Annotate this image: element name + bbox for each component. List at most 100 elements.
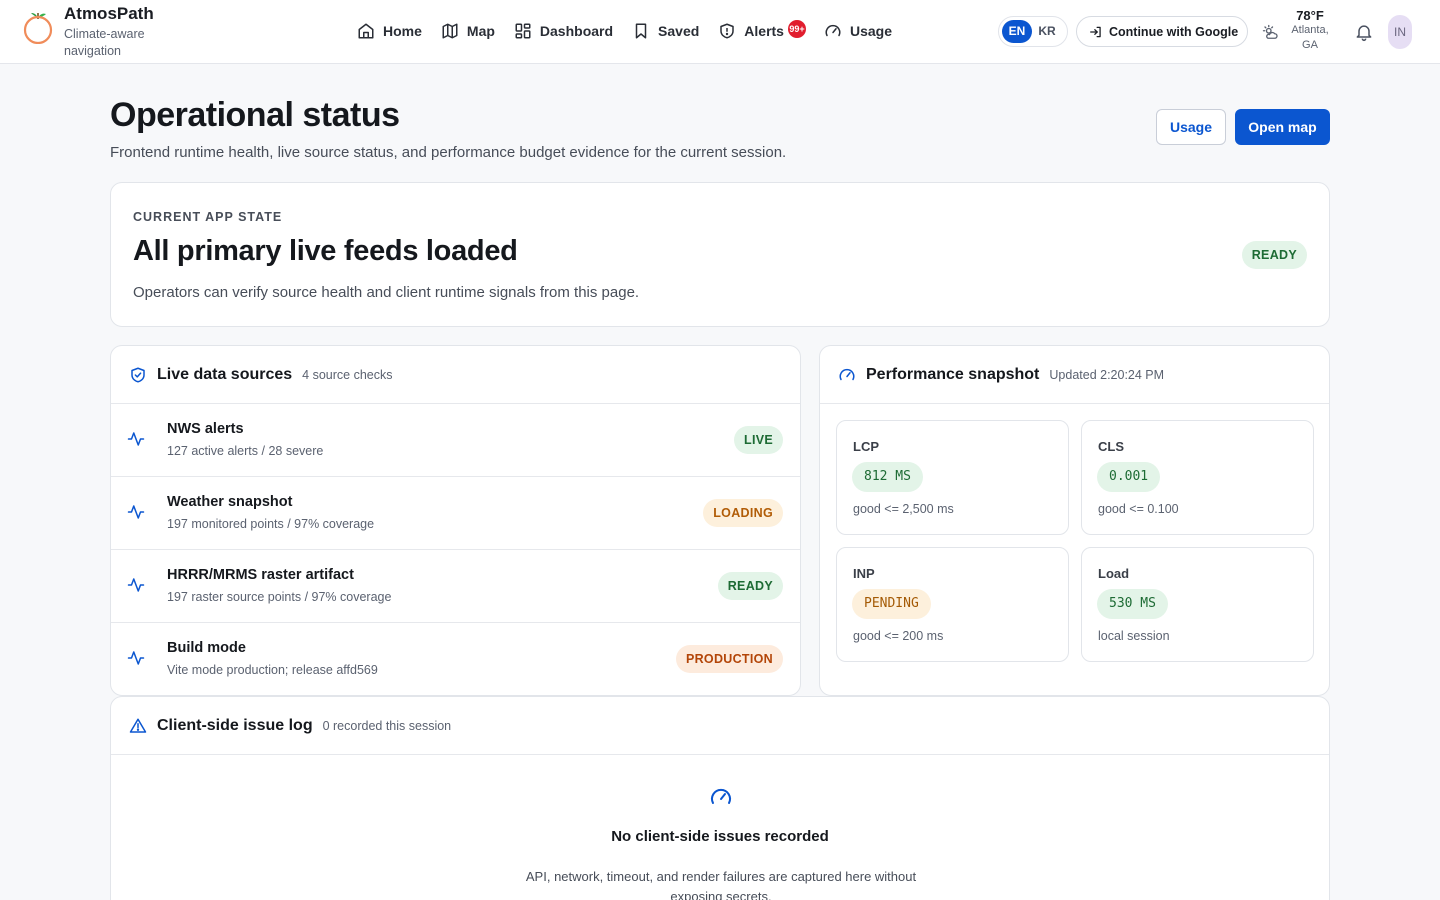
app-state-badge: READY (1241, 241, 1307, 269)
google-signin-label: Continue with Google (1109, 24, 1239, 39)
nav-alerts[interactable]: Alerts 99+ (718, 20, 806, 40)
gauge-icon (711, 788, 731, 804)
source-row[interactable]: Build mode Vite mode production; release… (111, 623, 800, 696)
performance-header: Performance snapshot Updated 2:20:24 PM (820, 346, 1329, 404)
empty-state-title: No client-side issues recorded (611, 828, 829, 845)
live-sources-title: Live data sources (157, 365, 293, 383)
nav-map[interactable]: Map (441, 22, 495, 40)
metric-value: 530 MS (1097, 589, 1168, 619)
gauge-icon (839, 368, 855, 380)
nav-home-label: Home (383, 23, 422, 39)
nav-dashboard[interactable]: Dashboard (514, 22, 613, 40)
issue-log-title: Client-side issue log (157, 716, 313, 734)
lang-en[interactable]: EN (1002, 20, 1032, 43)
nav-dashboard-label: Dashboard (539, 23, 614, 39)
app-state-description: Operators can verify source health and c… (133, 284, 640, 301)
page-title: Operational status (110, 96, 400, 134)
language-toggle: EN KR (998, 16, 1068, 47)
source-status-badge: LOADING (703, 499, 783, 527)
peach-logo-icon (23, 13, 53, 44)
weather-location: Atlanta, GA (1291, 24, 1329, 51)
performance-title: Performance snapshot (866, 365, 1040, 383)
metric-note: good <= 2,500 ms (853, 502, 954, 516)
metric-label: LCP (853, 439, 879, 454)
google-signin-button[interactable]: Continue with Google (1076, 16, 1248, 47)
nav-home[interactable]: Home (357, 22, 422, 40)
source-row[interactable]: HRRR/MRMS raster artifact 197 raster sou… (111, 550, 800, 623)
shield-check-icon (131, 367, 145, 382)
bookmark-icon (635, 23, 647, 39)
app-state-card: CURRENT APP STATE All primary live feeds… (110, 182, 1330, 327)
activity-icon (127, 505, 145, 519)
issue-log-header: Client-side issue log 0 recorded this se… (111, 697, 1329, 755)
page-subtitle: Frontend runtime health, live source sta… (110, 144, 787, 161)
metric-lcp: LCP 812 MS good <= 2,500 ms (836, 420, 1069, 535)
notifications-bell-icon[interactable] (1354, 22, 1374, 42)
activity-icon (127, 578, 145, 592)
usage-button[interactable]: Usage (1156, 109, 1226, 145)
partly-sunny-icon (1262, 24, 1278, 39)
nav-saved[interactable]: Saved (632, 22, 699, 40)
source-detail: 127 active alerts / 28 severe (167, 444, 324, 458)
source-detail: Vite mode production; release affd569 (167, 663, 378, 677)
nav-saved-label: Saved (658, 23, 700, 39)
metric-note: good <= 200 ms (853, 629, 944, 643)
issue-log-card: Client-side issue log 0 recorded this se… (110, 696, 1330, 900)
nav-alerts-label: Alerts (744, 23, 784, 39)
dashboard-icon (515, 23, 531, 39)
empty-state-description: API, network, timeout, and render failur… (525, 869, 917, 900)
source-detail: 197 raster source points / 97% coverage (167, 590, 392, 604)
source-row[interactable]: NWS alerts 127 active alerts / 28 severe… (111, 404, 800, 477)
metric-label: INP (853, 566, 875, 581)
source-name: Weather snapshot (167, 494, 293, 510)
brand[interactable]: AtmosPath Climate-aware navigation (22, 4, 164, 60)
brand-title: AtmosPath (64, 4, 154, 23)
live-sources-header: Live data sources 4 source checks (111, 346, 800, 404)
live-sources-card: Live data sources 4 source checks NWS al… (110, 345, 801, 696)
metric-note: good <= 0.100 (1098, 502, 1179, 516)
metric-value: PENDING (852, 589, 931, 619)
shield-alert-icon (720, 23, 735, 39)
metric-value: 0.001 (1097, 462, 1161, 492)
activity-icon (127, 651, 145, 665)
nav-usage[interactable]: Usage (824, 22, 892, 40)
app-state-title: All primary live feeds loaded (133, 235, 518, 267)
home-icon (358, 23, 374, 39)
metric-note: local session (1098, 629, 1170, 643)
source-name: HRRR/MRMS raster artifact (167, 567, 354, 583)
source-status-badge: LIVE (734, 426, 783, 454)
issue-log-count: 0 recorded this session (322, 718, 452, 733)
source-status-badge: PRODUCTION (675, 645, 783, 673)
map-icon (442, 23, 458, 39)
nav-map-label: Map (466, 23, 495, 39)
top-bar: AtmosPath Climate-aware navigation Home … (0, 0, 1440, 64)
performance-updated: Updated 2:20:24 PM (1049, 367, 1165, 382)
performance-card: Performance snapshot Updated 2:20:24 PM … (819, 345, 1330, 696)
app-state-label: CURRENT APP STATE (133, 210, 283, 224)
lang-kr[interactable]: KR (1032, 20, 1062, 43)
nav-usage-label: Usage (849, 23, 892, 39)
source-name: Build mode (167, 640, 246, 656)
gauge-icon (825, 24, 841, 37)
source-detail: 197 monitored points / 97% coverage (167, 517, 375, 531)
source-row[interactable]: Weather snapshot 197 monitored points / … (111, 477, 800, 550)
alerts-count-badge: 99+ (787, 20, 806, 38)
metric-value: 812 MS (852, 462, 923, 492)
metric-inp: INP PENDING good <= 200 ms (836, 547, 1069, 662)
metric-label: Load (1098, 566, 1130, 581)
activity-icon (127, 432, 145, 446)
user-avatar[interactable]: IN (1388, 15, 1412, 49)
source-status-badge: READY (717, 572, 783, 600)
warning-triangle-icon (129, 718, 147, 733)
source-name: NWS alerts (167, 421, 244, 437)
weather-temperature: 78°F (1296, 8, 1324, 23)
main-nav: Home Map Dashboard Saved Alerts 99+ Usag… (357, 19, 911, 43)
open-map-button[interactable]: Open map (1235, 109, 1330, 145)
metric-load: Load 530 MS local session (1081, 547, 1314, 662)
weather-widget[interactable]: 78°F Atlanta, GA (1262, 8, 1332, 53)
live-sources-count: 4 source checks (302, 367, 393, 382)
sign-in-icon (1090, 26, 1101, 37)
metric-label: CLS (1098, 439, 1124, 454)
brand-subtitle: Climate-aware navigation (64, 27, 145, 58)
metric-cls: CLS 0.001 good <= 0.100 (1081, 420, 1314, 535)
